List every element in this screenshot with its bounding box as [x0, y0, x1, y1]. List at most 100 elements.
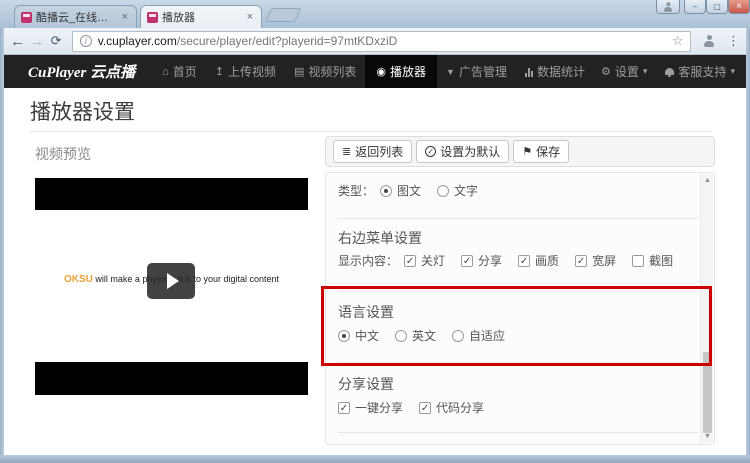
radio-icon[interactable] [437, 184, 450, 197]
minimize-button[interactable]: – [684, 0, 706, 14]
nav-item-support[interactable]: 客服支持 ▾ [658, 55, 742, 88]
nav-item-ads[interactable]: ▼ 广告管理 [437, 55, 516, 88]
new-tab-button[interactable] [264, 8, 302, 22]
home-icon: ⌂ [162, 65, 169, 78]
radio-option-tuwen[interactable]: 图文 [380, 182, 421, 199]
site-navbar: CuPlayer 云点播 ⌂ 首页 ↥ 上传视频 ▤ 视频列表 ◉ 播放器 ▼ … [0, 55, 750, 88]
tab-close-icon[interactable]: × [120, 11, 130, 23]
language-row: 中文 英文 自适应 [338, 327, 515, 344]
type-label: 类型： [338, 184, 375, 198]
bookmark-star-icon[interactable]: ☆ [672, 33, 684, 49]
address-bar[interactable]: i v.cuplayer.com/secure/player/edit?play… [71, 30, 692, 52]
scroll-down-icon[interactable]: ▼ [701, 430, 714, 443]
checkbox-option-guangdeng[interactable]: 关灯 [404, 252, 445, 269]
flag-icon: ⚑ [522, 146, 533, 158]
divider [338, 432, 698, 433]
language-title: 语言设置 [338, 304, 394, 320]
profile-button[interactable] [656, 0, 680, 14]
browser-tab-2[interactable]: 播放器 × [140, 5, 262, 28]
nav-item-settings[interactable]: ⚙ 设置 ▾ [594, 55, 654, 88]
checkbox-icon[interactable] [518, 254, 531, 267]
tab-title: 播放器 [162, 12, 195, 24]
info-icon[interactable]: i [79, 35, 92, 47]
checkbox-icon[interactable] [338, 401, 350, 414]
share-row: 一键分享 代码分享 [338, 399, 494, 416]
nav-item-home[interactable]: ⌂ 首页 [153, 55, 206, 88]
play-icon [166, 273, 179, 289]
display-content-label: 显示内容： [338, 254, 399, 268]
brand-text: OKSU [63, 274, 93, 285]
page-title: 播放器设置 [30, 101, 135, 124]
nav-item-upload[interactable]: ↥ 上传视频 [206, 55, 285, 88]
checkbox-option-yijianfenxiang[interactable]: 一键分享 [338, 399, 403, 416]
play-button[interactable] [147, 263, 195, 299]
nav-item-stats[interactable]: 数据统计 [516, 55, 594, 88]
forward-icon[interactable]: → [27, 33, 46, 50]
window-edge [0, 28, 4, 455]
checkbox-option-daimafenxiang[interactable]: 代码分享 [419, 399, 484, 416]
save-button[interactable]: ⚑ 保存 [513, 140, 570, 163]
nav-item-video-list[interactable]: ▤ 视频列表 [285, 55, 365, 88]
browser-toolbar: ← → ⟳ i v.cuplayer.com/secure/player/edi… [0, 28, 750, 55]
ok-circle-icon: ✓ [425, 146, 437, 157]
chevron-down-icon: ▾ [730, 66, 735, 76]
checkbox-option-jietu[interactable]: 截图 [632, 252, 673, 269]
set-default-button[interactable]: ✓ 设置为默认 [416, 140, 510, 163]
browser-tab-1[interactable]: 酷播云_在线视频全终端… × [14, 5, 137, 28]
radio-icon[interactable] [380, 184, 393, 197]
checkbox-icon[interactable] [575, 254, 588, 267]
checkbox-icon[interactable] [461, 254, 474, 267]
divider [338, 218, 698, 219]
panel-action-bar: ≣ 返回列表 ✓ 设置为默认 ⚑ 保存 [325, 136, 715, 167]
checkbox-option-fenxiang[interactable]: 分享 [461, 252, 502, 269]
nav-item-player[interactable]: ◉ 播放器 [365, 55, 438, 88]
list-icon: ≣ [342, 146, 352, 158]
radio-option-zishiying[interactable]: 自适应 [452, 327, 505, 344]
radio-icon[interactable] [338, 329, 350, 342]
url-path: /secure/player/edit?playerid=97mtKDxziD [176, 34, 398, 48]
scrollbar-thumb[interactable] [703, 352, 712, 433]
navbar-right: ⚙ 设置 ▾ 客服支持 ▾ 3048646311@qq... ▾ [594, 55, 750, 88]
radio-option-yingwen[interactable]: 英文 [395, 327, 436, 344]
radio-icon[interactable] [395, 329, 408, 342]
url-text: v.cuplayer.com/secure/player/edit?player… [98, 34, 398, 48]
player-icon: ◉ [376, 66, 387, 78]
divider [338, 362, 698, 363]
checkbox-option-kuanping[interactable]: 宽屏 [575, 252, 616, 269]
radio-icon[interactable] [452, 329, 465, 342]
chevron-down-icon: ▾ [642, 66, 648, 76]
browser-window: 酷播云_在线视频全终端… × 播放器 × – ▢ × ← → ⟳ i v.cup… [0, 0, 750, 463]
back-to-list-button[interactable]: ≣ 返回列表 [333, 140, 413, 163]
divider [338, 291, 698, 292]
settings-panel: 类型： 图文 文字 右边菜单设置 显示内容： 关灯 分享 [325, 172, 715, 445]
maximize-button[interactable]: ▢ [706, 0, 728, 14]
preview-label: 视频预览 [35, 146, 91, 162]
profile-icon[interactable] [703, 35, 715, 47]
panel-scrollbar[interactable]: ▲ ▼ [700, 174, 713, 443]
tab-close-icon[interactable]: × [245, 11, 255, 23]
window-edge [0, 455, 750, 463]
window-edge [746, 28, 750, 455]
radio-option-wenzi[interactable]: 文字 [437, 182, 478, 199]
menu-dots-icon[interactable]: ⋮ [727, 33, 740, 49]
tab-title: 酷播云_在线视频全终端… [36, 12, 116, 24]
reload-icon[interactable]: ⟳ [46, 33, 65, 49]
close-button[interactable]: × [728, 0, 750, 14]
checkbox-icon[interactable] [632, 254, 645, 267]
radio-option-zhongwen[interactable]: 中文 [338, 327, 379, 344]
checkbox-icon[interactable] [419, 401, 432, 414]
upload-icon: ↥ [214, 66, 224, 78]
checkbox-icon[interactable] [404, 254, 417, 267]
checkbox-option-huazhi[interactable]: 画质 [518, 252, 559, 269]
window-titlebar: 酷播云_在线视频全终端… × 播放器 × – ▢ × [0, 0, 750, 28]
person-icon [663, 1, 673, 12]
site-favicon [21, 11, 32, 23]
letterbox-top [35, 178, 308, 210]
title-divider [30, 131, 712, 132]
scroll-up-icon[interactable]: ▲ [701, 174, 714, 187]
gear-icon: ⚙ [601, 66, 611, 78]
filter-icon: ▼ [446, 66, 455, 77]
site-logo[interactable]: CuPlayer 云点播 [0, 61, 153, 82]
back-icon[interactable]: ← [8, 33, 27, 50]
type-row: 类型： 图文 文字 [338, 182, 488, 199]
